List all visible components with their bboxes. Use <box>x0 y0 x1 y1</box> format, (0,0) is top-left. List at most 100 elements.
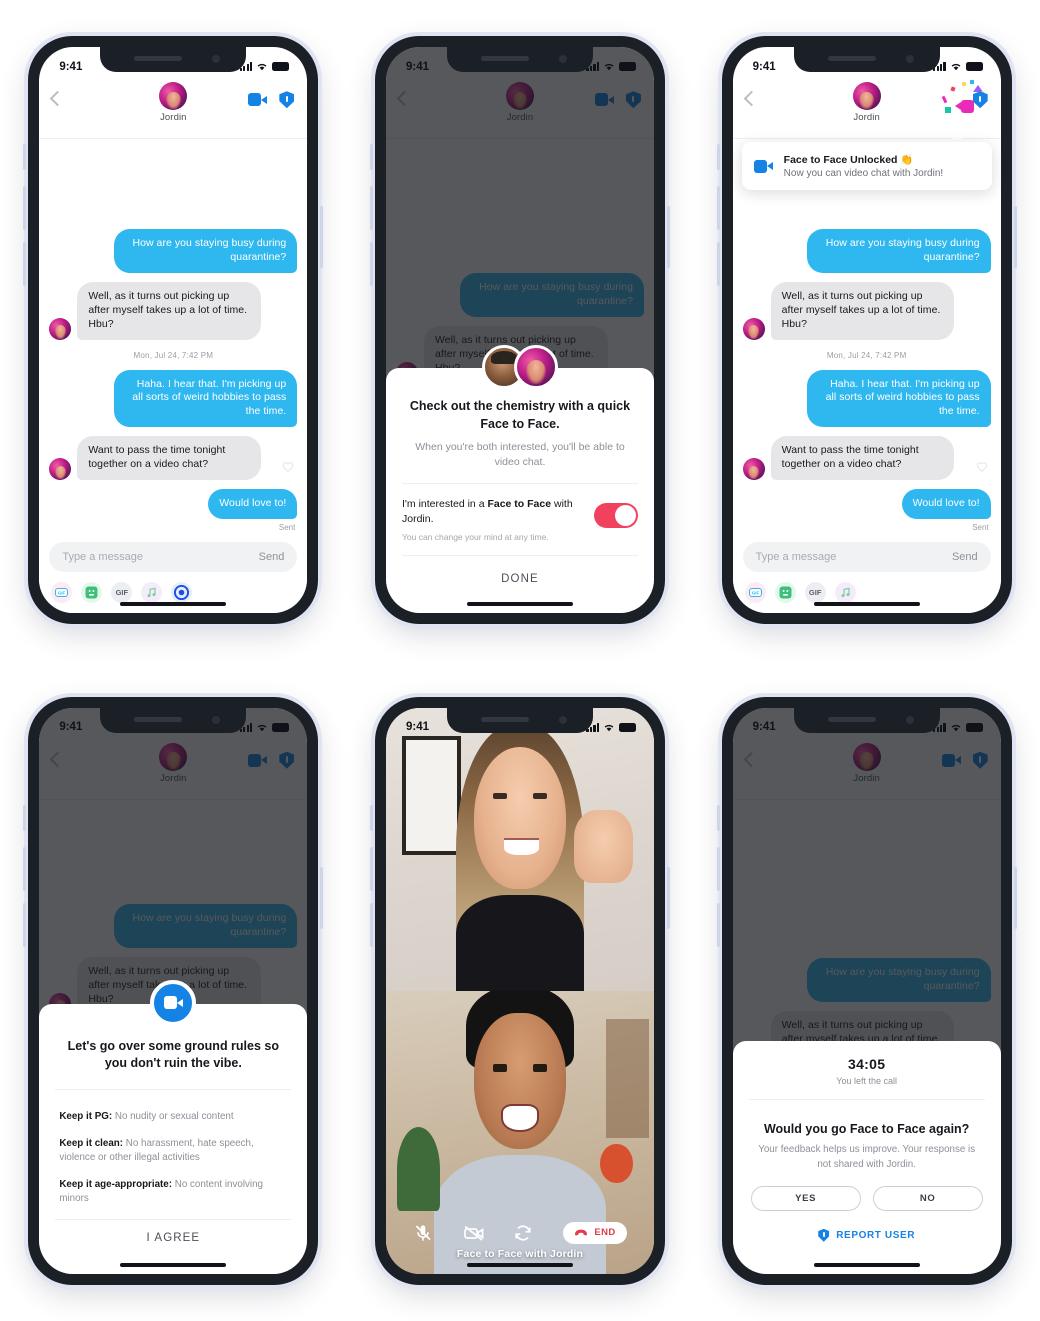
header-actions <box>941 79 988 113</box>
music-icon[interactable] <box>834 582 856 604</box>
music-icon[interactable] <box>141 582 163 604</box>
message-bubble-outgoing: Would love to! <box>208 489 298 520</box>
toast-title: Face to Face Unlocked 👏 <box>783 154 914 167</box>
feedback-sheet: 34:05 You left the call Would you go Fac… <box>732 1041 1001 1274</box>
send-button[interactable]: Send <box>259 551 285 563</box>
yes-button[interactable]: YES <box>750 1185 861 1211</box>
home-indicator <box>120 1262 227 1267</box>
feedback-question: Would you go Face to Face again? <box>763 1122 970 1137</box>
sticker-icon[interactable] <box>81 582 103 604</box>
call-duration: 34:05 <box>848 1056 886 1073</box>
wifi-icon <box>951 724 961 731</box>
message-row: Would love to! <box>743 489 991 520</box>
power-button <box>320 206 324 269</box>
message-input-placeholder[interactable]: Type a message <box>756 551 837 563</box>
back-chevron-icon[interactable] <box>743 90 759 107</box>
video-off-icon[interactable] <box>463 1223 484 1243</box>
unlock-toast[interactable]: Face to Face Unlocked 👏 Now you can vide… <box>741 133 992 191</box>
heart-icon[interactable] <box>976 461 988 473</box>
interest-toggle-row[interactable]: I'm interested in a Face to Face with Jo… <box>386 497 654 542</box>
message-composer[interactable]: Type a message Send <box>49 542 298 573</box>
send-button[interactable]: Send <box>952 551 978 563</box>
notch <box>793 47 940 73</box>
heart-icon[interactable] <box>282 461 294 473</box>
gif-sticker-icon[interactable]: GIF <box>744 582 766 604</box>
message-row: Would love to! <box>49 489 298 520</box>
status-time: 9:41 <box>59 60 83 73</box>
rule-label: Keep it clean: <box>59 1138 124 1150</box>
avatar-match <box>513 344 558 389</box>
message-row: Want to pass the time tonight together o… <box>742 436 991 481</box>
phone-mockup-grid: 9:41 Jordin How are you staying busy dur… <box>0 0 1040 1321</box>
home-indicator <box>120 602 227 607</box>
report-user-button[interactable]: REPORT USER <box>733 1211 1001 1242</box>
toggle-note: You can change your mind at any time. <box>401 532 549 543</box>
front-camera <box>905 715 914 724</box>
agree-button[interactable]: I AGREE <box>39 1220 307 1244</box>
phone-cell-5: 9:41 END Face to Face with Jordin <box>347 661 694 1321</box>
end-call-button[interactable]: END <box>563 1221 627 1244</box>
message-input-placeholder[interactable]: Type a message <box>62 551 143 563</box>
message-composer[interactable]: Type a message Send <box>742 542 991 573</box>
spotify-icon[interactable] <box>171 582 193 604</box>
no-button[interactable]: NO <box>872 1185 983 1211</box>
back-chevron-icon[interactable] <box>50 90 66 107</box>
message-bubble-outgoing: How are you staying busy during quaranti… <box>807 228 991 273</box>
phone-cell-2: 9:41 Jordin <box>347 0 694 661</box>
camera-flip-icon[interactable] <box>513 1223 533 1243</box>
mute-switch <box>23 144 27 171</box>
earpiece-speaker <box>134 56 183 62</box>
rule-item: Keep it PG: No nudity or sexual content <box>39 1110 307 1124</box>
home-indicator <box>466 602 573 607</box>
shield-icon[interactable] <box>972 91 988 109</box>
phone-screen-2: 9:41 Jordin <box>385 47 654 614</box>
power-button <box>1013 866 1017 929</box>
gif-icon[interactable]: GIF <box>804 582 826 604</box>
status-time: 9:41 <box>59 721 83 734</box>
rule-label: Keep it age-appropriate: <box>59 1178 173 1190</box>
gif-icon[interactable]: GIF <box>111 582 133 604</box>
phone-screen-1: 9:41 Jordin How are you staying busy dur… <box>39 47 308 614</box>
done-button[interactable]: DONE <box>386 569 654 585</box>
phone-screen-6: 9:41 Jordin <box>732 707 1001 1274</box>
remote-video-feed <box>385 707 654 991</box>
end-call-label: END <box>594 1227 616 1239</box>
message-bubble-outgoing: Haha. I hear that. I'm picking up all so… <box>113 369 298 428</box>
sticker-icon[interactable] <box>774 582 796 604</box>
volume-down-button <box>716 902 720 947</box>
report-user-label: REPORT USER <box>836 1229 916 1241</box>
microphone-off-icon[interactable] <box>413 1223 433 1243</box>
call-controls: END <box>386 1221 654 1244</box>
phone-cell-1: 9:41 Jordin How are you staying busy dur… <box>0 0 347 661</box>
mute-switch <box>23 804 27 831</box>
divider <box>401 483 638 485</box>
avatar <box>49 317 72 340</box>
battery-icon <box>618 722 636 732</box>
svg-text:GIF: GIF <box>751 591 759 596</box>
message-bubble-incoming: Well, as it turns out picking up after m… <box>77 281 261 340</box>
match-avatars <box>481 344 558 389</box>
contact-info[interactable]: Jordin <box>159 82 188 123</box>
video-camera-icon <box>753 159 773 173</box>
sent-status: Sent <box>278 523 296 533</box>
notch <box>100 707 247 733</box>
chat-header: Jordin <box>732 79 1001 140</box>
message-bubble-outgoing: How are you staying busy during quaranti… <box>113 228 298 273</box>
rule-item: Keep it age-appropriate: No content invo… <box>39 1178 307 1206</box>
status-time: 9:41 <box>752 60 776 73</box>
volume-up-button <box>23 186 27 231</box>
phone-cell-4: 9:41 Jordin <box>0 661 347 1321</box>
interest-toggle-switch[interactable] <box>593 503 638 529</box>
phone-screen-4: 9:41 Jordin <box>39 707 308 1274</box>
avatar <box>742 317 765 340</box>
shield-icon[interactable] <box>279 91 295 109</box>
message-row: Haha. I hear that. I'm picking up all so… <box>49 369 298 428</box>
rule-item: Keep it clean: No harassment, hate speec… <box>39 1137 307 1165</box>
video-camera-badge <box>150 979 197 1026</box>
video-camera-icon[interactable] <box>248 93 268 107</box>
status-time: 9:41 <box>405 721 430 734</box>
status-indicators <box>586 722 636 732</box>
message-timestamp: Mon, Jul 24, 7:42 PM <box>133 350 214 360</box>
gif-sticker-icon[interactable]: GIF <box>51 582 73 604</box>
contact-info[interactable]: Jordin <box>852 82 881 123</box>
